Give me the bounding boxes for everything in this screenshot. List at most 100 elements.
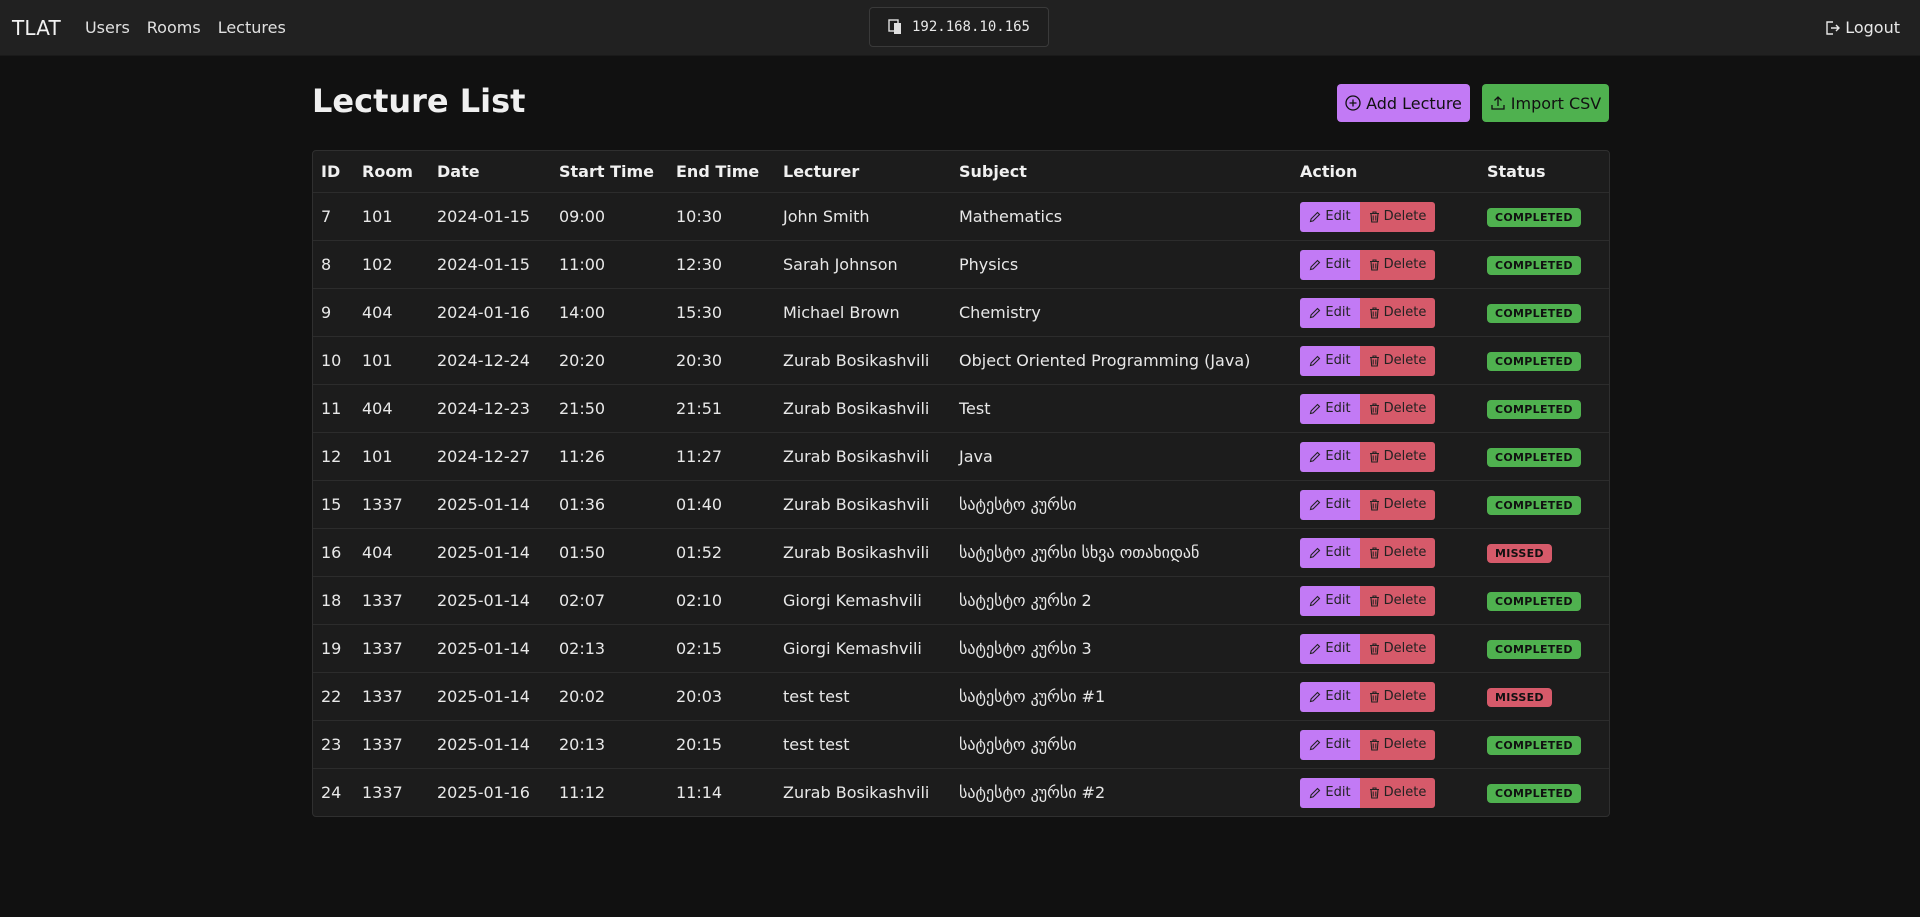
cell-action: Edit Delete <box>1292 288 1479 337</box>
cell-end-time: 10:30 <box>668 192 775 241</box>
page-title: Lecture List <box>312 82 526 120</box>
delete-button[interactable]: Delete <box>1360 393 1435 424</box>
cell-lecturer: test test <box>775 720 951 769</box>
edit-button[interactable]: Edit <box>1300 297 1360 328</box>
edit-label: Edit <box>1325 257 1351 272</box>
edit-button[interactable]: Edit <box>1300 249 1360 280</box>
status-badge: COMPLETED <box>1487 496 1581 515</box>
status-badge: COMPLETED <box>1487 448 1581 467</box>
cell-date: 2024-01-15 <box>429 192 551 241</box>
delete-button[interactable]: Delete <box>1360 777 1435 808</box>
cell-lecturer: Zurab Bosikashvili <box>775 432 951 481</box>
cell-subject: სატესტო კურსი 2 <box>951 576 1292 625</box>
cell-end-time: 11:27 <box>668 432 775 481</box>
header-id: ID <box>321 162 341 181</box>
cell-action: Edit Delete <box>1292 480 1479 529</box>
edit-button[interactable]: Edit <box>1300 681 1360 712</box>
cell-start-time: 20:13 <box>551 720 668 769</box>
edit-button[interactable]: Edit <box>1300 777 1360 808</box>
delete-button[interactable]: Delete <box>1360 201 1435 232</box>
trash-icon <box>1369 738 1379 751</box>
edit-button[interactable]: Edit <box>1300 345 1360 376</box>
import-csv-button[interactable]: Import CSV <box>1482 84 1609 122</box>
edit-button[interactable]: Edit <box>1300 201 1360 232</box>
status-badge: COMPLETED <box>1487 640 1581 659</box>
cell-end-time: 20:30 <box>668 336 775 385</box>
cell-status: COMPLETED <box>1479 384 1609 433</box>
table-row: 19 1337 2025-01-14 02:13 02:15 Giorgi Ke… <box>313 624 1609 673</box>
cell-room: 102 <box>354 240 429 289</box>
cell-start-time: 20:20 <box>551 336 668 385</box>
cell-action: Edit Delete <box>1292 576 1479 625</box>
cell-room: 404 <box>354 384 429 433</box>
delete-button[interactable]: Delete <box>1360 681 1435 712</box>
cell-lecturer: Zurab Bosikashvili <box>775 336 951 385</box>
status-badge: MISSED <box>1487 688 1552 707</box>
header-lecturer: Lecturer <box>783 162 860 181</box>
edit-button[interactable]: Edit <box>1300 441 1360 472</box>
delete-label: Delete <box>1383 785 1427 800</box>
cell-id: 18 <box>313 576 354 625</box>
delete-label: Delete <box>1383 545 1427 560</box>
cell-end-time: 01:40 <box>668 480 775 529</box>
delete-button[interactable]: Delete <box>1360 585 1435 616</box>
delete-button[interactable]: Delete <box>1360 489 1435 520</box>
delete-button[interactable]: Delete <box>1360 441 1435 472</box>
pencil-icon <box>1310 499 1321 510</box>
cell-subject: Test <box>951 384 1292 433</box>
table-row: 18 1337 2025-01-14 02:07 02:10 Giorgi Ke… <box>313 576 1609 625</box>
cell-subject: სატესტო კურსი #2 <box>951 768 1292 816</box>
cell-subject: Chemistry <box>951 288 1292 337</box>
cell-date: 2025-01-14 <box>429 576 551 625</box>
cell-start-time: 21:50 <box>551 384 668 433</box>
header-action: Action <box>1300 162 1358 181</box>
nav-link-lectures[interactable]: Lectures <box>218 18 286 37</box>
pencil-icon <box>1310 451 1321 462</box>
edit-button[interactable]: Edit <box>1300 489 1360 520</box>
logout-icon <box>1826 20 1841 35</box>
delete-button[interactable]: Delete <box>1360 633 1435 664</box>
cell-lecturer: Michael Brown <box>775 288 951 337</box>
pencil-icon <box>1310 211 1321 222</box>
nav-link-rooms[interactable]: Rooms <box>147 18 201 37</box>
edit-button[interactable]: Edit <box>1300 393 1360 424</box>
header-end-time: End Time <box>676 162 760 181</box>
pencil-icon <box>1310 403 1321 414</box>
edit-label: Edit <box>1325 209 1351 224</box>
nav-link-users[interactable]: Users <box>85 18 130 37</box>
delete-button[interactable]: Delete <box>1360 249 1435 280</box>
cell-end-time: 11:14 <box>668 768 775 816</box>
edit-button[interactable]: Edit <box>1300 537 1360 568</box>
cell-lecturer: Zurab Bosikashvili <box>775 528 951 577</box>
logout-button[interactable]: Logout <box>1824 18 1900 37</box>
plus-circle-icon <box>1345 95 1361 111</box>
cell-subject: Object Oriented Programming (Java) <box>951 336 1292 385</box>
cell-status: COMPLETED <box>1479 624 1609 673</box>
cell-action: Edit Delete <box>1292 432 1479 481</box>
delete-button[interactable]: Delete <box>1360 297 1435 328</box>
cell-status: MISSED <box>1479 672 1609 721</box>
cell-status: MISSED <box>1479 528 1609 577</box>
edit-label: Edit <box>1325 305 1351 320</box>
status-badge: COMPLETED <box>1487 352 1581 371</box>
edit-button[interactable]: Edit <box>1300 729 1360 760</box>
delete-label: Delete <box>1383 305 1427 320</box>
cell-lecturer: Zurab Bosikashvili <box>775 480 951 529</box>
status-badge: COMPLETED <box>1487 592 1581 611</box>
cell-end-time: 02:10 <box>668 576 775 625</box>
cell-date: 2025-01-14 <box>429 624 551 673</box>
delete-button[interactable]: Delete <box>1360 537 1435 568</box>
cell-end-time: 02:15 <box>668 624 775 673</box>
cell-lecturer: Sarah Johnson <box>775 240 951 289</box>
add-lecture-button[interactable]: Add Lecture <box>1337 84 1470 122</box>
edit-button[interactable]: Edit <box>1300 585 1360 616</box>
header-subject: Subject <box>959 162 1027 181</box>
cell-subject: სატესტო კურსი <box>951 480 1292 529</box>
cell-status: COMPLETED <box>1479 336 1609 385</box>
cell-start-time: 02:07 <box>551 576 668 625</box>
delete-label: Delete <box>1383 353 1427 368</box>
edit-button[interactable]: Edit <box>1300 633 1360 664</box>
brand-logo[interactable]: TLAT <box>12 16 61 40</box>
delete-button[interactable]: Delete <box>1360 345 1435 376</box>
delete-button[interactable]: Delete <box>1360 729 1435 760</box>
